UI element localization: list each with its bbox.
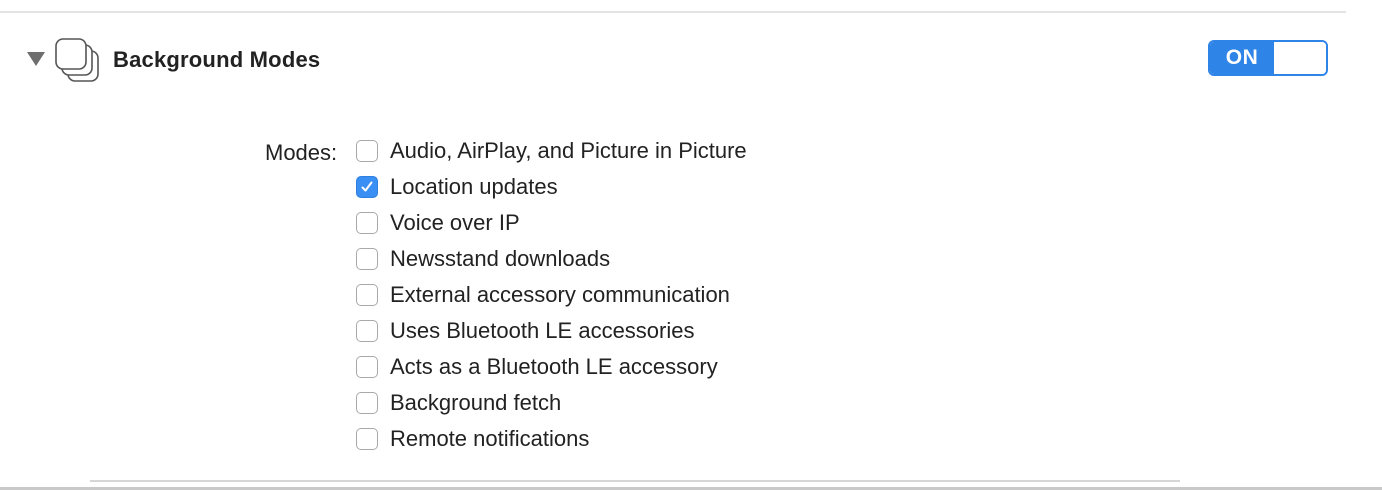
toggle-on-label: ON [1210,42,1274,74]
mode-item-external-accessory[interactable]: External accessory communication [356,277,747,313]
checkbox-unchecked[interactable] [356,248,378,270]
mode-label: External accessory communication [390,282,730,307]
checkbox-unchecked[interactable] [356,284,378,306]
mode-label: Remote notifications [390,426,590,451]
checkbox-checked[interactable] [356,176,378,198]
stacked-screens-icon [55,38,99,82]
mode-item-background-fetch[interactable]: Background fetch [356,385,747,421]
checkbox-unchecked[interactable] [356,356,378,378]
capability-toggle[interactable]: ON [1208,40,1328,76]
checkbox-unchecked[interactable] [356,140,378,162]
toggle-knob [1274,42,1326,74]
mode-item-bluetooth-le-accessory[interactable]: Acts as a Bluetooth LE accessory [356,349,747,385]
top-divider [0,11,1346,13]
checkbox-unchecked[interactable] [356,392,378,414]
section-title: Background Modes [113,47,321,72]
checkbox-unchecked[interactable] [356,212,378,234]
capability-panel: Background Modes ON Modes: Audio, AirPla… [0,0,1382,490]
checkbox-unchecked[interactable] [356,428,378,450]
mode-item-remote-notifications[interactable]: Remote notifications [356,421,747,457]
mode-label: Background fetch [390,390,562,415]
mode-label: Acts as a Bluetooth LE accessory [390,354,718,379]
modes-list: Audio, AirPlay, and Picture in Picture L… [356,133,747,457]
mode-item-bluetooth-le-accessories[interactable]: Uses Bluetooth LE accessories [356,313,747,349]
mode-label: Uses Bluetooth LE accessories [390,318,695,343]
disclosure-triangle-icon[interactable] [27,52,45,66]
mode-item-audio-airplay-pip[interactable]: Audio, AirPlay, and Picture in Picture [356,133,747,169]
modes-label: Modes: [265,140,338,165]
mode-label: Newsstand downloads [390,246,611,271]
bottom-divider [90,480,1180,482]
checkbox-unchecked[interactable] [356,320,378,342]
mode-item-voice-over-ip[interactable]: Voice over IP [356,205,747,241]
mode-label: Voice over IP [390,210,520,235]
mode-label: Audio, AirPlay, and Picture in Picture [390,138,747,163]
mode-label: Location updates [390,174,558,199]
mode-item-location-updates[interactable]: Location updates [356,169,747,205]
mode-item-newsstand-downloads[interactable]: Newsstand downloads [356,241,747,277]
